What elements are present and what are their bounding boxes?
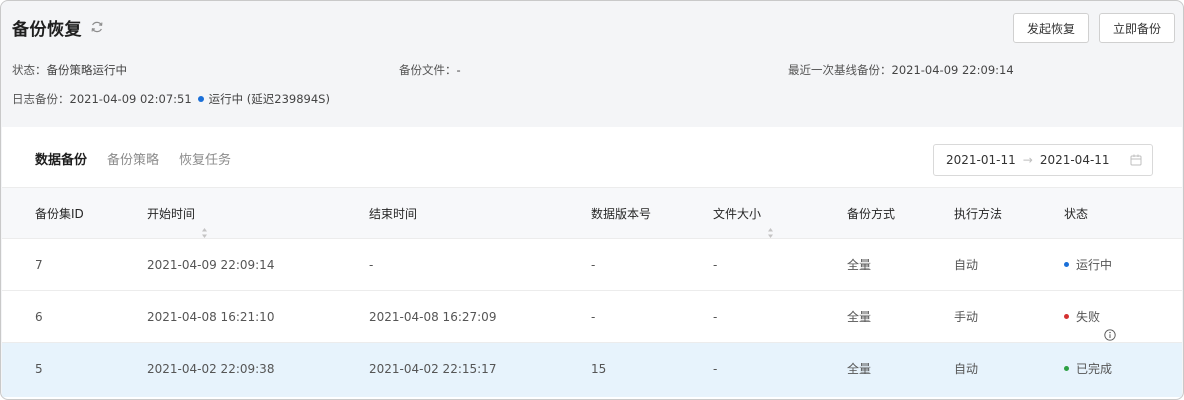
cell-size: -	[713, 310, 718, 324]
cell-mode: 全量	[847, 258, 872, 272]
status-value: 备份策略运行中	[46, 63, 128, 77]
cell-method: 自动	[954, 362, 979, 376]
info-icon[interactable]	[1104, 311, 1116, 341]
th-file-size-label: 文件大小	[713, 207, 762, 221]
backup-restore-panel: 备份恢复 发起恢复 立即备份 状态：备份策略运行中 备份文件：- 最近一次基线备…	[0, 0, 1184, 400]
th-status: 状态	[1064, 207, 1089, 221]
th-backup-mode: 备份方式	[847, 207, 896, 221]
th-exec-method: 执行方法	[954, 207, 1003, 221]
baseline-backup-value: 2021-04-09 22:09:14	[891, 63, 1014, 77]
table-row[interactable]: 7 2021-04-09 22:09:14 - - - 全量 自动 运行中	[2, 239, 1182, 291]
range-end[interactable]: 2021-04-11	[1040, 153, 1110, 167]
cell-id: 7	[35, 258, 43, 272]
data-backup-card: 数据备份 备份策略 恢复任务 2021-01-11 → 2021-04-11 备…	[2, 127, 1182, 399]
baseline-backup-info: 最近一次基线备份：2021-04-09 22:09:14	[788, 62, 1014, 78]
tab-data-backup[interactable]: 数据备份	[35, 149, 87, 168]
tab-bar: 数据备份 备份策略 恢复任务	[35, 149, 231, 168]
log-backup-status: 运行中 (延迟239894S)	[208, 92, 330, 106]
tab-restore-task[interactable]: 恢复任务	[179, 149, 231, 168]
cell-method: 自动	[954, 258, 979, 272]
tab-backup-policy[interactable]: 备份策略	[107, 149, 159, 168]
cell-version: -	[591, 310, 596, 324]
cell-status: 失败	[1064, 291, 1116, 343]
cell-size: -	[713, 258, 718, 272]
backup-now-button[interactable]: 立即备份	[1099, 13, 1175, 43]
th-start-time-label: 开始时间	[147, 207, 196, 221]
backup-table: 备份集ID 开始时间 结束时间 数据版本号 文件大小 备份方式 执行方法 状态 …	[2, 187, 1182, 397]
status-dot	[1064, 366, 1069, 371]
cell-start: 2021-04-02 22:09:38	[147, 362, 275, 376]
calendar-icon[interactable]	[1130, 154, 1142, 166]
cell-size: -	[713, 362, 718, 376]
cell-version: -	[591, 258, 596, 272]
status-text: 失败	[1076, 310, 1101, 324]
cell-end: 2021-04-08 16:27:09	[369, 310, 497, 324]
cell-start: 2021-04-08 16:21:10	[147, 310, 275, 324]
status-dot	[1064, 314, 1069, 319]
date-range-picker[interactable]: 2021-01-11 → 2021-04-11	[933, 144, 1153, 176]
log-status-dot	[197, 96, 204, 102]
th-start-time[interactable]: 开始时间	[147, 188, 208, 240]
backup-file-value: -	[456, 63, 461, 77]
sort-icon[interactable]	[201, 209, 208, 238]
title-row: 备份恢复	[12, 15, 104, 40]
table-row[interactable]: 6 2021-04-08 16:21:10 2021-04-08 16:27:0…	[2, 291, 1182, 343]
table-row[interactable]: 5 2021-04-02 22:09:38 2021-04-02 22:15:1…	[2, 343, 1182, 397]
th-end-time: 结束时间	[369, 207, 418, 221]
page-title: 备份恢复	[12, 19, 82, 40]
cell-end: 2021-04-02 22:15:17	[369, 362, 497, 376]
log-backup-info: 日志备份：2021-04-09 02:07:51 运行中 (延迟239894S)	[12, 91, 330, 107]
range-arrow: →	[1022, 153, 1033, 167]
cell-status: 运行中	[1064, 239, 1112, 291]
backup-file-info: 备份文件：-	[399, 62, 461, 78]
status-text: 已完成	[1076, 362, 1113, 376]
table-header: 备份集ID 开始时间 结束时间 数据版本号 文件大小 备份方式 执行方法 状态	[2, 187, 1182, 239]
status-info: 状态：备份策略运行中	[12, 62, 127, 78]
cell-status: 已完成	[1064, 343, 1112, 395]
status-text: 运行中	[1076, 258, 1113, 272]
cell-method: 手动	[954, 310, 979, 324]
th-data-version: 数据版本号	[591, 207, 652, 221]
status-label: 状态：	[12, 63, 47, 77]
log-backup-value: 2021-04-09 02:07:51	[69, 92, 192, 106]
cell-version: 15	[591, 362, 607, 376]
th-backup-set-id: 备份集ID	[35, 207, 84, 221]
cell-mode: 全量	[847, 310, 872, 324]
cell-id: 6	[35, 310, 43, 324]
cell-start: 2021-04-09 22:09:14	[147, 258, 275, 272]
initiate-restore-button[interactable]: 发起恢复	[1013, 13, 1089, 43]
refresh-icon[interactable]	[90, 20, 104, 34]
sort-icon[interactable]	[767, 209, 774, 238]
backup-file-label: 备份文件：	[399, 63, 457, 77]
cell-end: -	[369, 258, 374, 272]
log-backup-label: 日志备份：	[12, 92, 70, 106]
cell-mode: 全量	[847, 362, 872, 376]
cell-id: 5	[35, 362, 43, 376]
status-dot	[1064, 262, 1069, 267]
baseline-backup-label: 最近一次基线备份：	[788, 63, 892, 77]
range-start[interactable]: 2021-01-11	[946, 153, 1016, 167]
th-file-size[interactable]: 文件大小	[713, 188, 774, 240]
